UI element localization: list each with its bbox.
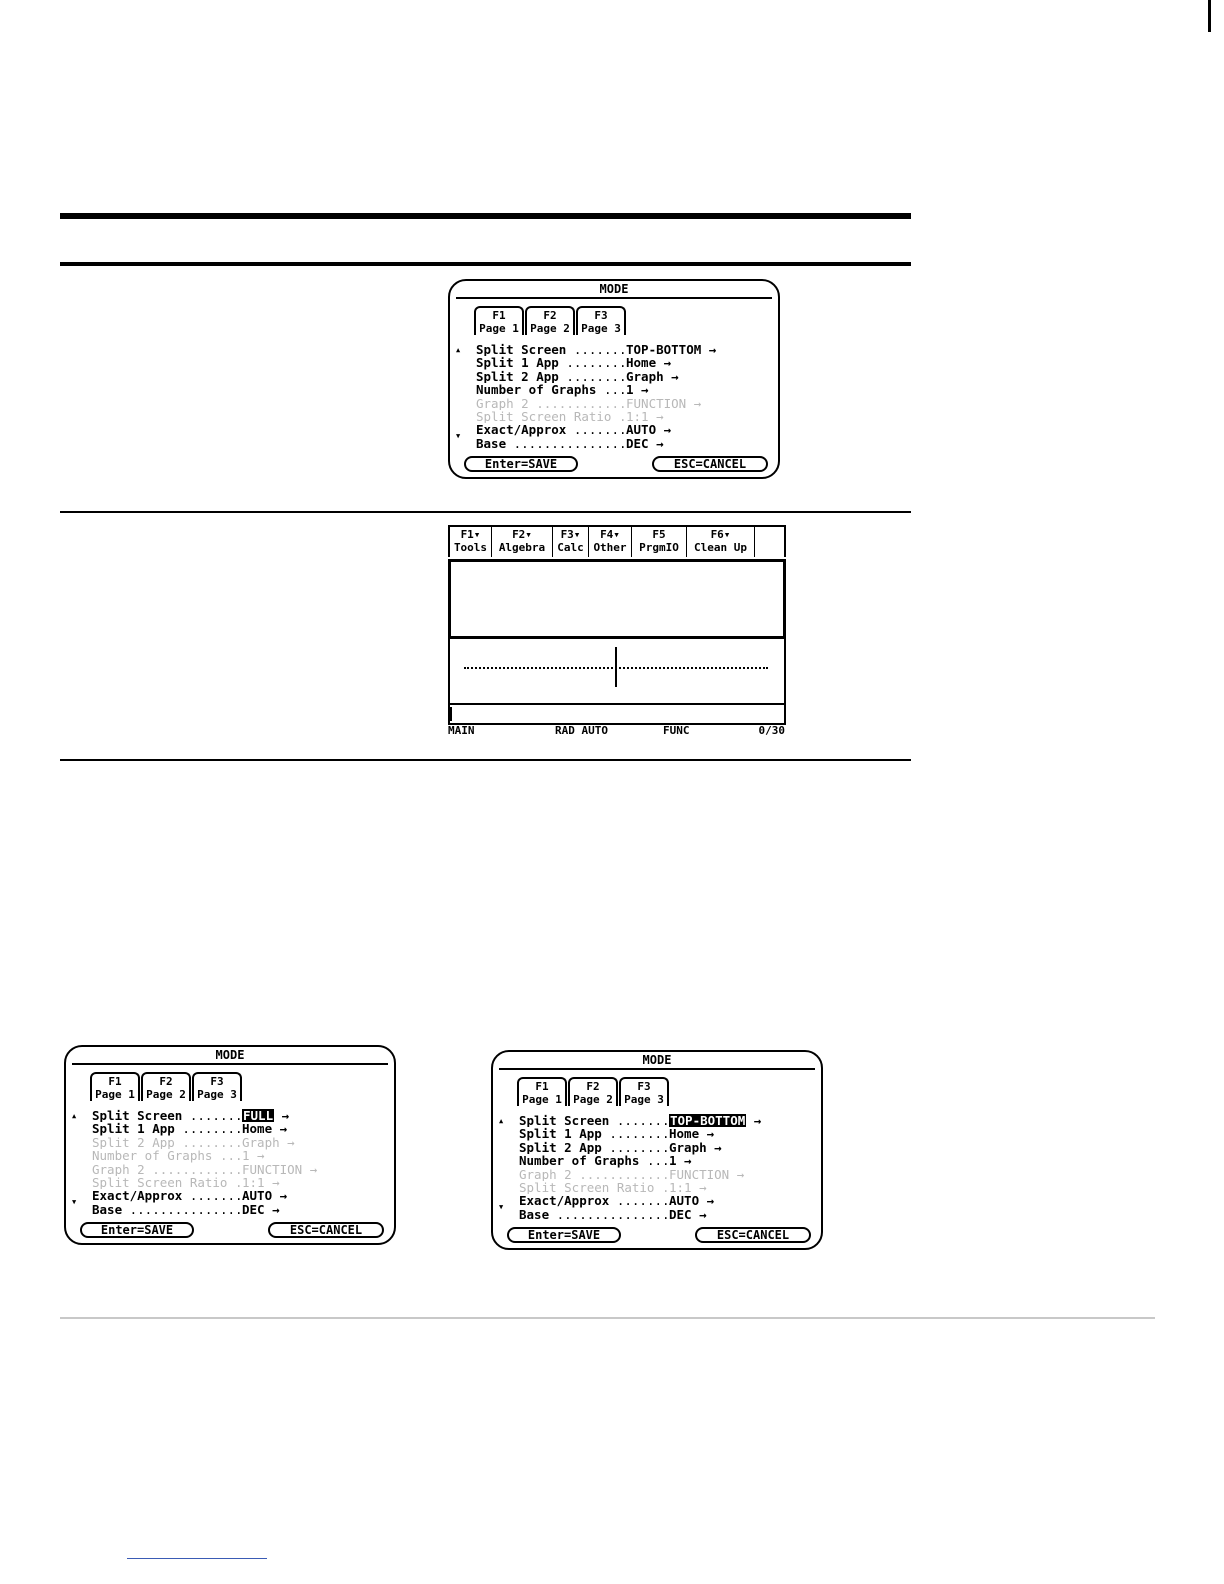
graph-y-axis <box>615 647 617 687</box>
menu-tools[interactable]: F1▾ Tools <box>450 527 492 557</box>
setting-split-1-app[interactable]: Split 1 AppHome → <box>476 356 716 370</box>
scroll-up-icon: ▲ <box>499 1117 504 1125</box>
scroll-down-icon: ▼ <box>499 1203 504 1211</box>
save-button[interactable]: Enter=SAVE <box>80 1222 194 1238</box>
dialog-title: MODE <box>215 1048 245 1062</box>
dialog-title: MODE <box>642 1053 672 1067</box>
setting-graph-2: Graph 2FUNCTION → <box>476 396 716 410</box>
menu-other[interactable]: F4▾ Other <box>589 527 632 557</box>
entry-cursor[interactable] <box>450 707 452 721</box>
mode-dialog-top: MODE F1 Page 1 F2 Page 2 F3 Page 3 ▲ ▼ Spli… <box>448 279 780 479</box>
arrow-right-icon: → <box>274 1108 290 1123</box>
status-folder: MAIN <box>448 724 475 737</box>
table-top-rule <box>60 213 911 219</box>
status-line: MAIN RAD AUTO FUNC 0/30 <box>448 723 786 737</box>
dialog-title: MODE <box>599 282 629 296</box>
setting-graph-2: Graph 2FUNCTION → <box>92 1162 317 1176</box>
mode-settings-list: Split ScreenTOP-BOTTOM → Split 1 AppHome… <box>476 343 716 451</box>
setting-exact-approx[interactable]: Exact/ApproxAUTO → <box>92 1189 317 1203</box>
table-row-divider <box>60 511 911 513</box>
tab-page-2[interactable]: F2 Page 2 <box>525 306 575 335</box>
menu-calc[interactable]: F3▾ Calc <box>553 527 589 557</box>
arrow-right-icon: → <box>746 1113 762 1128</box>
home-pane[interactable] <box>448 559 786 639</box>
save-button[interactable]: Enter=SAVE <box>507 1227 621 1243</box>
table-header-rule <box>60 262 911 266</box>
menu-algebra[interactable]: F2▾ Algebra <box>492 527 553 557</box>
setting-graph-2: Graph 2FUNCTION → <box>519 1167 761 1181</box>
tab-page-2[interactable]: F2 Page 2 <box>141 1072 191 1101</box>
setting-split-1-app[interactable]: Split 1 AppHome → <box>92 1122 317 1136</box>
save-button[interactable]: Enter=SAVE <box>464 456 578 472</box>
dialog-tabs: F1 Page 1 F2 Page 2 F3 Page 3 <box>90 1072 243 1101</box>
setting-base[interactable]: BaseDEC → <box>519 1207 761 1221</box>
setting-exact-approx[interactable]: Exact/ApproxAUTO → <box>476 423 716 437</box>
tab-page-3[interactable]: F3 Page 3 <box>619 1077 669 1106</box>
setting-split-1-app[interactable]: Split 1 AppHome → <box>519 1127 761 1141</box>
setting-split-ratio: Split Screen Ratio1:1 → <box>476 410 716 424</box>
table-bottom-rule <box>60 759 911 761</box>
menu-clean-up[interactable]: F6▾ Clean Up <box>687 527 755 557</box>
setting-base[interactable]: BaseDEC → <box>92 1202 317 1216</box>
footer-link-underline[interactable] <box>127 1558 267 1559</box>
setting-exact-approx[interactable]: Exact/ApproxAUTO → <box>519 1194 761 1208</box>
setting-split-screen[interactable]: Split ScreenTOP-BOTTOM → <box>476 343 716 357</box>
tab-page-1[interactable]: F1 Page 1 <box>90 1072 140 1101</box>
tab-page-2[interactable]: F2 Page 2 <box>568 1077 618 1106</box>
mode-dialog-full: MODE F1 Page 1 F2 Page 2 F3 Page 3 ▲ ▼ Spli… <box>64 1045 396 1245</box>
status-history: 0/30 <box>758 724 786 737</box>
setting-split-ratio: Split Screen Ratio1:1 → <box>519 1181 761 1195</box>
graph-pane[interactable] <box>448 639 786 723</box>
setting-number-of-graphs[interactable]: Number of Graphs1 → <box>519 1154 761 1168</box>
dialog-tabs: F1 Page 1 F2 Page 2 F3 Page 3 <box>517 1077 670 1106</box>
toolbar-menu: F1▾ Tools F2▾ Algebra F3▾ Calc F4▾ Other F5 P… <box>448 525 786 557</box>
status-mode: RAD AUTO <box>555 724 608 737</box>
scroll-up-icon: ▲ <box>72 1112 77 1120</box>
setting-split-2-app[interactable]: Split 2 AppGraph → <box>519 1140 761 1154</box>
dialog-tabs: F1 Page 1 F2 Page 2 F3 Page 3 <box>474 306 627 335</box>
menu-prgmio[interactable]: F5 PrgmIO <box>632 527 687 557</box>
status-graph-type: FUNC <box>663 724 690 737</box>
cancel-button[interactable]: ESC=CANCEL <box>695 1227 811 1243</box>
mode-dialog-top-bottom: MODE F1 Page 1 F2 Page 2 F3 Page 3 ▲ ▼ Spli… <box>491 1050 823 1250</box>
setting-base[interactable]: BaseDEC → <box>476 436 716 450</box>
setting-split-screen[interactable]: Split ScreenTOP-BOTTOM → <box>519 1113 762 1128</box>
scroll-down-icon: ▼ <box>456 432 461 440</box>
cancel-button[interactable]: ESC=CANCEL <box>652 456 768 472</box>
tab-page-3[interactable]: F3 Page 3 <box>576 306 626 335</box>
setting-number-of-graphs: Number of Graphs1 → <box>92 1149 317 1163</box>
setting-split-screen[interactable]: Split ScreenFULL → <box>92 1108 317 1123</box>
mode-settings-list: Split ScreenFULL → Split 1 AppHome → Spl… <box>92 1108 317 1217</box>
tab-page-1[interactable]: F1 Page 1 <box>517 1077 567 1106</box>
tab-page-3[interactable]: F3 Page 3 <box>192 1072 242 1101</box>
tab-page-1[interactable]: F1 Page 1 <box>474 306 524 335</box>
cancel-button[interactable]: ESC=CANCEL <box>268 1222 384 1238</box>
setting-split-2-app: Split 2 AppGraph → <box>92 1135 317 1149</box>
entry-line-separator <box>448 703 786 705</box>
setting-split-2-app[interactable]: Split 2 AppGraph → <box>476 369 716 383</box>
scroll-up-icon: ▲ <box>456 346 461 354</box>
setting-number-of-graphs[interactable]: Number of Graphs1 → <box>476 383 716 397</box>
mode-settings-list: Split ScreenTOP-BOTTOM → Split 1 AppHome… <box>519 1113 762 1222</box>
scroll-down-icon: ▼ <box>72 1198 77 1206</box>
page-edge-mark <box>1208 0 1211 32</box>
footer-rule <box>60 1317 1155 1319</box>
split-screen-home-graph: F1▾ Tools F2▾ Algebra F3▾ Calc F4▾ Other F5 P… <box>448 525 786 737</box>
setting-split-ratio: Split Screen Ratio1:1 → <box>92 1176 317 1190</box>
